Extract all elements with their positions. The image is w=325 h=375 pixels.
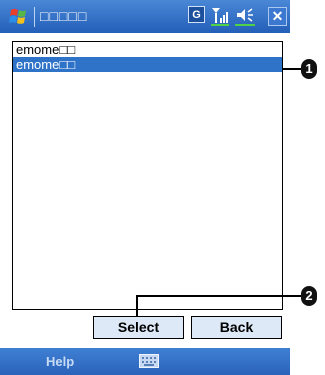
list-item-selected[interactable]: emome□□ xyxy=(13,57,282,72)
window-title: □□□□□ xyxy=(40,8,88,24)
g-icon[interactable]: G xyxy=(188,6,205,23)
callout-badge-2: 2 xyxy=(301,286,317,306)
title-bar: □□□□□ G ✕ xyxy=(0,0,290,33)
help-softkey[interactable]: Help xyxy=(46,354,74,369)
signal-icon[interactable] xyxy=(210,6,230,26)
keyboard-icon[interactable] xyxy=(139,354,159,368)
callout-badge-1: 1 xyxy=(301,59,317,79)
callout-line-1 xyxy=(283,68,301,70)
select-button[interactable]: Select xyxy=(93,316,184,339)
close-button[interactable]: ✕ xyxy=(268,7,287,26)
account-list[interactable]: emome□□ emome□□ xyxy=(12,41,283,310)
speaker-icon[interactable] xyxy=(234,6,256,26)
callout-line-2 xyxy=(136,295,301,297)
windows-flag-icon[interactable] xyxy=(8,6,30,28)
title-separator xyxy=(34,7,35,27)
callout-line-2-vertical xyxy=(136,295,138,317)
list-item[interactable]: emome□□ xyxy=(13,42,282,57)
back-button[interactable]: Back xyxy=(191,316,282,339)
menu-bar: Help xyxy=(0,348,290,375)
